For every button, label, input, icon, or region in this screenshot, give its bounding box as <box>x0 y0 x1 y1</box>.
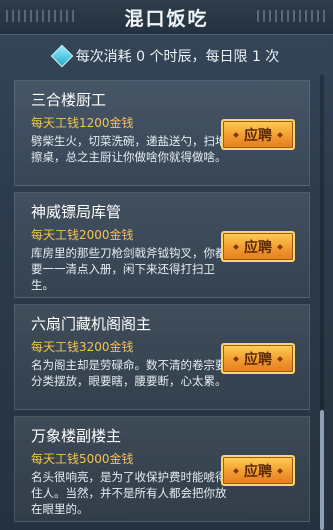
job-description: 库房里的那些刀枪剑戟斧钺钩叉，你都要一一清点入册，闲下来还得打扫卫生。 <box>31 246 227 292</box>
button-ornament-icon <box>277 243 283 250</box>
hire-button[interactable]: 应聘 <box>221 455 295 486</box>
job-card: 三合楼厨工 每天工钱1200金钱 劈柴生火，切菜洗碗，递盐送勺，扫地擦桌，总之主… <box>14 80 310 186</box>
job-panel: 混口饭吃 每次消耗 0 个时辰，每日限 1 次 三合楼厨工 每天工钱1200金钱… <box>0 0 333 530</box>
job-wage: 每天工钱5000金钱 <box>31 452 134 466</box>
job-name: 三合楼厨工 <box>31 91 107 109</box>
job-wage: 每天工钱1200金钱 <box>31 116 134 130</box>
job-description: 名为阁主却是劳碌命。数不清的卷宗要分类摆放，眼要瞎，腰要断，心太累。 <box>31 358 227 388</box>
job-name: 神威镖局库管 <box>31 203 122 221</box>
scrollbar-thumb[interactable] <box>320 410 324 530</box>
button-ornament-icon <box>233 467 239 474</box>
button-ornament-icon <box>233 243 239 250</box>
hire-button-label: 应聘 <box>244 463 272 480</box>
hire-button-label: 应聘 <box>244 351 272 368</box>
button-ornament-icon <box>233 131 239 138</box>
button-ornament-icon <box>233 355 239 362</box>
button-ornament-icon <box>277 355 283 362</box>
job-wage: 每天工钱3200金钱 <box>31 340 134 354</box>
quota-info: 每次消耗 0 个时辰，每日限 1 次 <box>0 44 333 68</box>
title-bar: 混口饭吃 <box>0 0 333 35</box>
quota-text: 每次消耗 0 个时辰，每日限 1 次 <box>75 49 280 65</box>
job-description: 名头很响亮，是为了收保护费时能唬得住人。当然，并不是所有人都会把你放在眼里的。 <box>31 470 227 516</box>
job-card: 万象楼副楼主 每天工钱5000金钱 名头很响亮，是为了收保护费时能唬得住人。当然… <box>14 416 310 522</box>
job-card: 六扇门藏机阁阁主 每天工钱3200金钱 名为阁主却是劳碌命。数不清的卷宗要分类摆… <box>14 304 310 410</box>
hire-button[interactable]: 应聘 <box>221 343 295 374</box>
title-decoration-right <box>257 10 327 22</box>
hire-button-label: 应聘 <box>244 239 272 256</box>
job-description: 劈柴生火，切菜洗碗，递盐送勺，扫地擦桌，总之主厨让你做啥你就得做啥。 <box>31 134 227 164</box>
hire-button[interactable]: 应聘 <box>221 231 295 262</box>
job-card: 神威镖局库管 每天工钱2000金钱 库房里的那些刀枪剑戟斧钺钩叉，你都要一一清点… <box>14 192 310 298</box>
button-ornament-icon <box>277 467 283 474</box>
job-name: 万象楼副楼主 <box>31 427 122 445</box>
job-list: 三合楼厨工 每天工钱1200金钱 劈柴生火，切菜洗碗，递盐送勺，扫地擦桌，总之主… <box>14 80 310 528</box>
button-ornament-icon <box>277 131 283 138</box>
hire-button-label: 应聘 <box>244 127 272 144</box>
job-wage: 每天工钱2000金钱 <box>31 228 134 242</box>
hire-button[interactable]: 应聘 <box>221 119 295 150</box>
scrollbar[interactable] <box>320 75 324 530</box>
gem-icon <box>50 44 74 68</box>
job-name: 六扇门藏机阁阁主 <box>31 315 152 333</box>
